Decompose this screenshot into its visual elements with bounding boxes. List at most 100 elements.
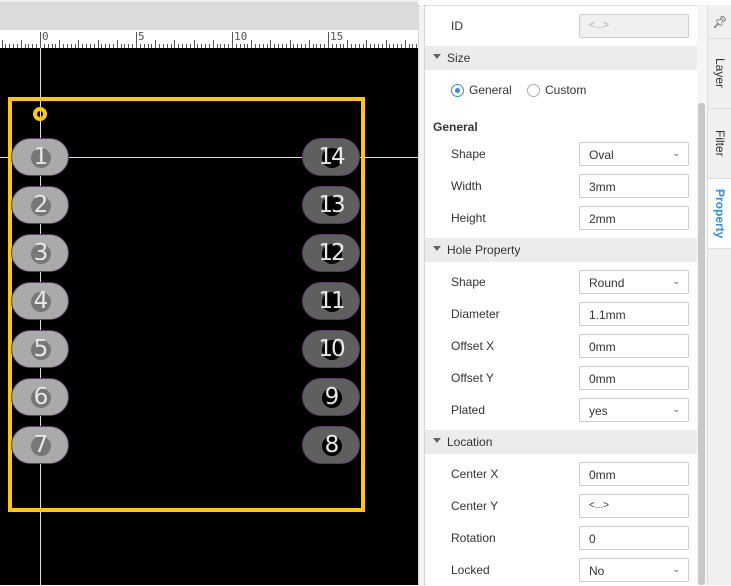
- ruler-tick: [59, 40, 61, 48]
- ruler-tick: [328, 32, 329, 48]
- height-row: Height 2mm: [425, 202, 697, 234]
- section-hole-property[interactable]: Hole Property: [425, 238, 697, 262]
- pad[interactable]: 11: [302, 282, 360, 320]
- pad-number: 13: [318, 192, 345, 218]
- canvas-toolbar: [0, 0, 418, 30]
- tab-filter[interactable]: Filter: [708, 109, 731, 179]
- pad[interactable]: 7: [11, 426, 69, 464]
- pin-icon[interactable]: 📌︎: [708, 5, 731, 39]
- collapse-icon: [433, 54, 441, 59]
- pad[interactable]: 14: [302, 138, 360, 176]
- plated-label: Plated: [451, 403, 486, 417]
- radio-label: Custom: [545, 83, 587, 97]
- origin-marker: [33, 107, 47, 121]
- shape-label: Shape: [451, 147, 486, 161]
- pad[interactable]: 3: [11, 234, 69, 272]
- pad[interactable]: 8: [302, 426, 360, 464]
- ruler-tick: [232, 32, 233, 48]
- ruler-tick: [193, 40, 195, 48]
- pad[interactable]: 1: [11, 138, 69, 176]
- ruler-tick: [116, 40, 118, 48]
- panel-splitter[interactable]: [418, 5, 425, 585]
- locked-row: Locked No ⌄: [425, 554, 697, 586]
- chevron-down-icon: ⌄: [672, 404, 680, 414]
- width-label: Width: [451, 179, 482, 193]
- width-row: Width 3mm: [425, 170, 697, 202]
- property-panel: ID <...> Size General Custom General Shap…: [425, 5, 697, 585]
- tab-layer[interactable]: Layer: [708, 39, 731, 109]
- section-size[interactable]: Size: [425, 46, 697, 70]
- general-heading: General: [433, 120, 478, 134]
- center-x-label: Center X: [451, 467, 499, 481]
- ruler-tick: [40, 32, 41, 48]
- ruler-tick: [385, 40, 387, 48]
- pad[interactable]: 4: [11, 282, 69, 320]
- pad[interactable]: 5: [11, 330, 69, 368]
- radio-custom[interactable]: Custom: [527, 83, 586, 97]
- width-input[interactable]: 3mm: [579, 174, 689, 198]
- diameter-input[interactable]: 1.1mm: [579, 302, 689, 326]
- ruler-label: 15: [330, 30, 344, 43]
- ruler-tick: [174, 40, 176, 48]
- select-value: Oval: [589, 148, 614, 162]
- chevron-down-icon: ⌄: [672, 148, 680, 158]
- ruler-tick: [289, 40, 291, 48]
- chevron-down-icon: ⌄: [672, 276, 680, 286]
- select-value: yes: [589, 404, 608, 418]
- pad-number: 1: [33, 144, 49, 170]
- plated-select[interactable]: yes ⌄: [579, 398, 689, 422]
- pad[interactable]: 2: [11, 186, 69, 224]
- offset-y-input[interactable]: 0mm: [579, 366, 689, 390]
- pad[interactable]: 9: [302, 378, 360, 416]
- ruler-tick: [212, 40, 214, 48]
- pad-number: 2: [33, 192, 49, 218]
- ruler-tick: [270, 40, 272, 48]
- select-value: No: [589, 564, 605, 578]
- offset-y-label: Offset Y: [451, 371, 494, 385]
- horizontal-ruler: 0 5 10 15: [0, 30, 418, 48]
- pcb-canvas[interactable]: 1 2 3 4 5 6 7 14 13 12 11 10 9 8: [0, 48, 418, 585]
- collapse-icon: [433, 438, 441, 443]
- center-y-input[interactable]: <...>: [579, 494, 689, 518]
- ruler-tick: [20, 40, 22, 48]
- hole-shape-select[interactable]: Round ⌄: [579, 270, 689, 294]
- radio-general[interactable]: General: [451, 83, 512, 97]
- pad-number: 9: [324, 384, 340, 410]
- section-location[interactable]: Location: [425, 430, 697, 454]
- ruler-label: 5: [138, 30, 145, 43]
- pad[interactable]: 6: [11, 378, 69, 416]
- ruler-tick: [97, 40, 99, 48]
- ruler-tick: [155, 40, 157, 48]
- center-y-label: Center Y: [451, 499, 499, 513]
- offset-x-input[interactable]: 0mm: [579, 334, 689, 358]
- tab-property[interactable]: Property: [708, 179, 731, 249]
- pad[interactable]: 12: [302, 234, 360, 272]
- rotation-row: Rotation 0: [425, 522, 697, 554]
- scrollbar-thumb[interactable]: [698, 103, 705, 585]
- height-input[interactable]: 2mm: [579, 206, 689, 230]
- radio-label: General: [469, 83, 512, 97]
- height-label: Height: [451, 211, 486, 225]
- rotation-input[interactable]: 0: [579, 526, 689, 550]
- locked-select[interactable]: No ⌄: [579, 558, 689, 582]
- ruler-tick: [1, 40, 3, 48]
- offset-x-label: Offset X: [451, 339, 495, 353]
- chevron-down-icon: ⌄: [672, 564, 680, 574]
- panel-scrollbar[interactable]: [697, 5, 707, 585]
- pad[interactable]: 13: [302, 186, 360, 224]
- ruler-tick: [366, 40, 368, 48]
- pad[interactable]: 10: [302, 330, 360, 368]
- locked-label: Locked: [451, 563, 490, 577]
- pad-number: 4: [33, 288, 49, 314]
- id-input[interactable]: <...>: [579, 14, 689, 38]
- ruler-tick: [136, 32, 137, 48]
- shape-select[interactable]: Oval ⌄: [579, 142, 689, 166]
- ruler-tick: [347, 40, 349, 48]
- pad-number: 10: [318, 336, 345, 362]
- center-x-input[interactable]: 0mm: [579, 462, 689, 486]
- pad-number: 6: [33, 384, 49, 410]
- radio-unchecked-icon: [527, 83, 540, 97]
- hole-shape-label: Shape: [451, 275, 486, 289]
- radio-checked-icon: [451, 83, 464, 97]
- rotation-label: Rotation: [451, 531, 496, 545]
